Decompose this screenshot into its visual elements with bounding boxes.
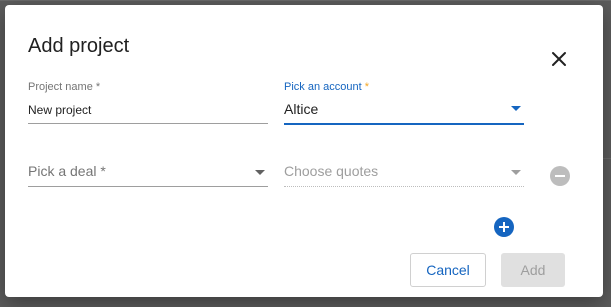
quotes-select: Choose quotes: [284, 161, 524, 189]
project-name-input[interactable]: [28, 103, 268, 117]
project-name-field[interactable]: Project name *: [28, 81, 268, 125]
account-underline: [284, 123, 524, 125]
quotes-underline: [284, 186, 524, 187]
chevron-down-icon[interactable]: [511, 106, 521, 111]
add-button[interactable]: Add: [501, 253, 565, 287]
quotes-placeholder: Choose quotes: [284, 163, 379, 179]
account-label: Pick an account *: [284, 81, 369, 93]
chevron-down-icon: [511, 170, 521, 175]
deal-underline: [28, 186, 268, 187]
add-project-dialog: Add project Project name * Pick an accou…: [5, 5, 603, 297]
close-icon[interactable]: [548, 48, 570, 70]
add-circle-icon[interactable]: [494, 217, 514, 237]
backdrop-divider: [0, 0, 611, 1]
project-name-label: Project name *: [28, 81, 101, 93]
deal-placeholder: Pick a deal *: [28, 163, 106, 179]
dialog-title: Add project: [28, 35, 130, 57]
account-value: Altice: [284, 101, 319, 117]
cancel-button[interactable]: Cancel: [410, 253, 486, 287]
backdrop-divider: [603, 158, 611, 159]
account-select[interactable]: Pick an account * Altice: [284, 81, 524, 125]
project-name-underline: [28, 123, 268, 124]
remove-circle-icon[interactable]: [550, 166, 570, 186]
deal-select[interactable]: Pick a deal *: [28, 161, 268, 189]
chevron-down-icon[interactable]: [255, 170, 265, 175]
